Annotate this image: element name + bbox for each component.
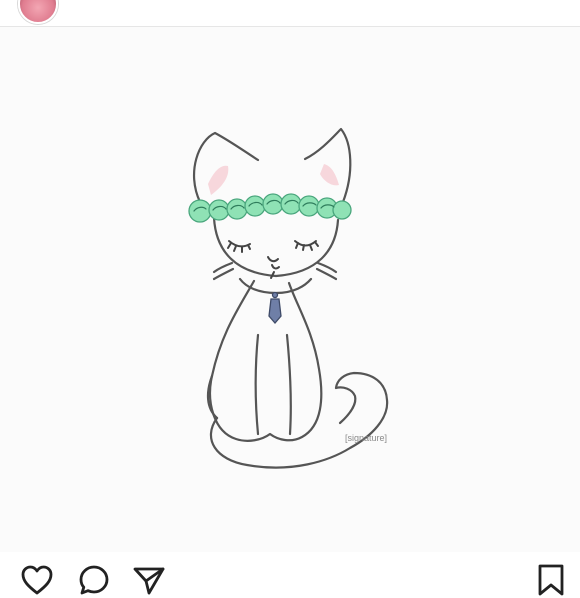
post-header [0,0,580,27]
artist-signature: [signature] [345,433,387,443]
comment-icon[interactable] [76,562,112,598]
bookmark-icon[interactable] [533,562,569,598]
post-image[interactable]: [signature] [0,27,580,552]
profile-avatar[interactable] [18,0,58,24]
cat-drawing: [signature] [188,127,389,469]
post-action-bar [0,552,580,596]
heart-icon[interactable] [19,562,55,598]
paper-plane-icon[interactable] [131,562,167,598]
